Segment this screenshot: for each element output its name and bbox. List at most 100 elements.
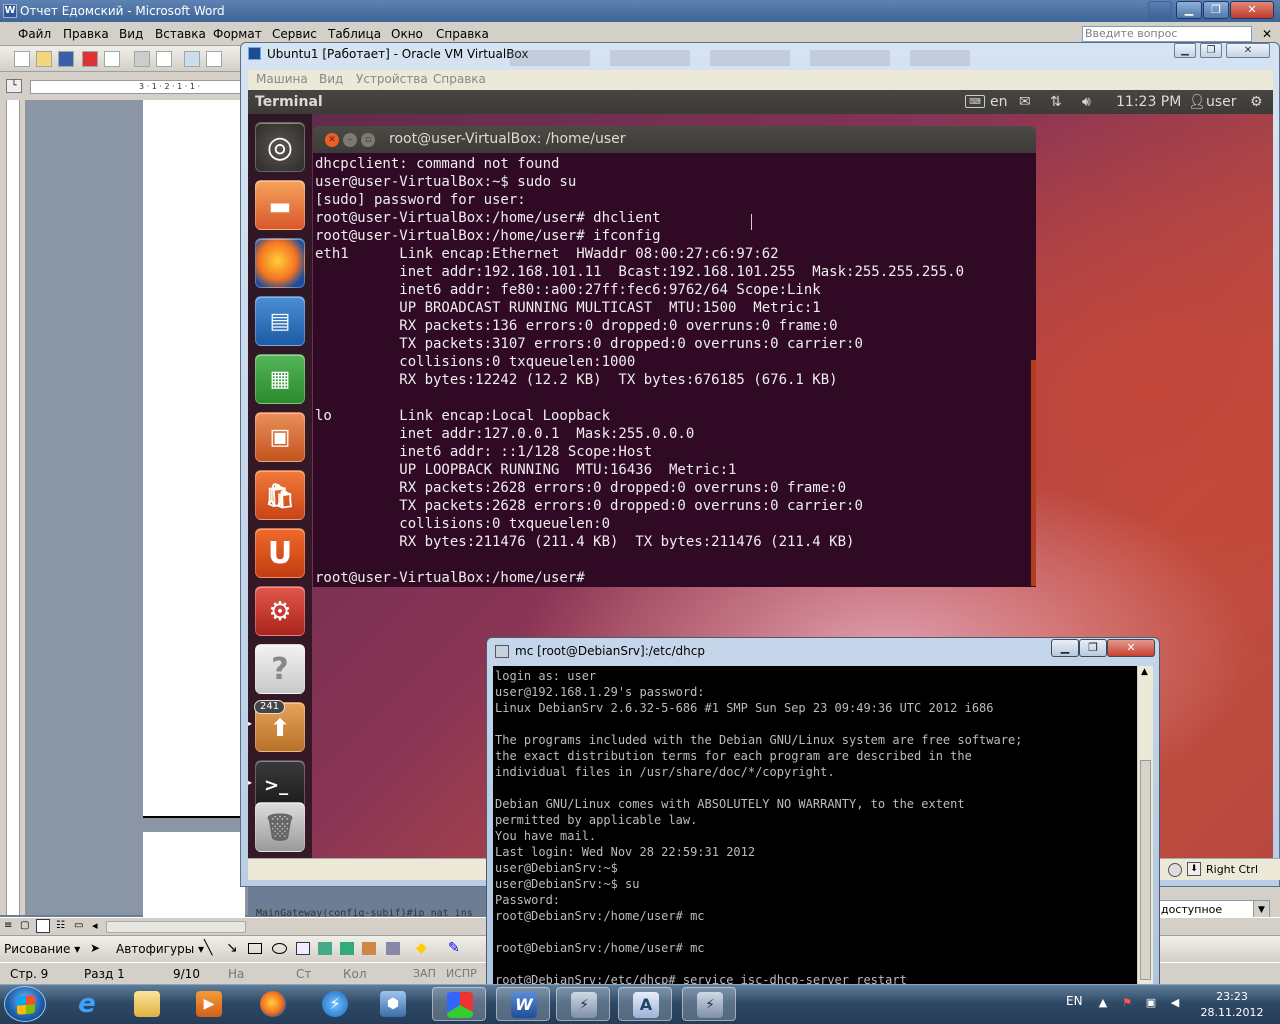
word-menu-edit[interactable]: Правка bbox=[63, 27, 109, 41]
email-icon[interactable] bbox=[104, 51, 120, 67]
taskbar-explorer[interactable] bbox=[120, 987, 174, 1021]
line-tool-icon[interactable]: ╲ bbox=[204, 940, 212, 956]
autoshapes-menu[interactable]: Автофигуры ▾ bbox=[116, 942, 204, 956]
taskbar-virtualbox[interactable]: ⬢ bbox=[366, 987, 420, 1021]
tray-expand-icon[interactable]: ▲ bbox=[1096, 996, 1110, 1010]
wordart-icon[interactable] bbox=[318, 942, 332, 955]
fill-color-icon[interactable]: ◆ bbox=[416, 940, 427, 956]
mouse-integration-icon[interactable] bbox=[1168, 863, 1182, 877]
help-icon[interactable]: ? bbox=[255, 644, 305, 694]
taskbar-firefox[interactable] bbox=[246, 987, 300, 1021]
permission-icon[interactable] bbox=[82, 51, 98, 67]
taskbar-multiapp[interactable] bbox=[432, 987, 486, 1021]
terminal-titlebar[interactable]: ✕ – ▫ root@user-VirtualBox: /home/user bbox=[313, 126, 1036, 153]
taskbar-app-bolt[interactable]: ⚡ bbox=[308, 987, 362, 1021]
print-preview-icon[interactable] bbox=[156, 51, 172, 67]
outline-view-icon[interactable]: ☷ bbox=[56, 920, 65, 931]
open-folder-icon[interactable] bbox=[36, 51, 52, 67]
spelling-icon[interactable] bbox=[184, 51, 200, 67]
trash-icon[interactable]: 🗑︎ bbox=[255, 802, 305, 852]
word-maximize-button[interactable]: ❐ bbox=[1203, 1, 1229, 19]
line-color-icon[interactable]: ✎ bbox=[448, 940, 460, 956]
panel-clock[interactable]: 11:23 PM bbox=[1116, 94, 1181, 110]
taskbar-wordpad[interactable]: A bbox=[618, 987, 672, 1021]
word-menu-window[interactable]: Окно bbox=[391, 27, 423, 41]
software-center-icon[interactable]: 🛍︎ bbox=[255, 470, 305, 520]
drawing-menu[interactable]: Рисование ▾ bbox=[4, 942, 80, 956]
network-icon[interactable]: ⇅ bbox=[1050, 94, 1062, 110]
firefox-icon[interactable] bbox=[255, 238, 305, 288]
dash-home-icon[interactable]: ◎ bbox=[255, 122, 305, 172]
virtualbox-minimize-button[interactable]: ▁ bbox=[1174, 43, 1196, 58]
word-close-button[interactable]: ✕ bbox=[1230, 1, 1274, 19]
word-menu-format[interactable]: Формат bbox=[213, 27, 262, 41]
user-icon[interactable]: 👤︎ bbox=[1188, 94, 1206, 110]
taskbar-media-player[interactable]: ▶ bbox=[182, 987, 236, 1021]
tray-clock[interactable]: 23:23 28.11.2012 bbox=[1192, 989, 1272, 1021]
diagram-icon[interactable] bbox=[340, 942, 354, 955]
word-menu-tools[interactable]: Сервис bbox=[272, 27, 317, 41]
host-key-icon[interactable]: ⬇ bbox=[1187, 862, 1201, 876]
web-view-icon[interactable]: ▢ bbox=[20, 920, 29, 931]
keyboard-layout[interactable]: en bbox=[990, 94, 1008, 110]
word-ask-question-input[interactable]: Введите вопрос bbox=[1082, 26, 1252, 42]
taskbar-putty-2[interactable]: ⚡ bbox=[682, 987, 736, 1021]
research-icon[interactable] bbox=[206, 51, 222, 67]
putty-scrollbar[interactable]: ▲ bbox=[1137, 666, 1153, 991]
session-gear-icon[interactable]: ⚙ bbox=[1250, 94, 1263, 110]
word-menu-table[interactable]: Таблица bbox=[328, 27, 381, 41]
terminal-output[interactable]: dhcpclient: command not found user@user-… bbox=[313, 153, 1036, 587]
picture-icon[interactable] bbox=[386, 942, 400, 955]
taskbar-internet-explorer[interactable]: e bbox=[60, 987, 114, 1021]
terminal-scrollbar[interactable] bbox=[1031, 360, 1036, 586]
system-settings-icon[interactable]: ⚙ bbox=[255, 586, 305, 636]
ubuntu-one-icon[interactable]: U bbox=[255, 528, 305, 578]
textbox-tool-icon[interactable] bbox=[296, 942, 310, 955]
word-menu-view[interactable]: Вид bbox=[119, 27, 143, 41]
files-folder-icon[interactable]: ▬ bbox=[255, 180, 305, 230]
scroll-up-icon[interactable]: ▲ bbox=[1141, 667, 1148, 677]
hscroll-thumb[interactable] bbox=[106, 921, 246, 933]
volume-icon[interactable]: 🔊︎ bbox=[1082, 94, 1091, 110]
mail-icon[interactable]: ✉ bbox=[1019, 94, 1031, 110]
word-menu-file[interactable]: Файл bbox=[18, 27, 51, 41]
libreoffice-impress-icon[interactable]: ▣ bbox=[255, 412, 305, 462]
word-menu-insert[interactable]: Вставка bbox=[155, 27, 206, 41]
arrow-tool-icon[interactable]: ↘ bbox=[226, 940, 238, 956]
word-vertical-ruler[interactable] bbox=[0, 100, 25, 915]
word-ask-close-icon[interactable]: ✕ bbox=[1262, 27, 1272, 41]
network-tray-icon[interactable]: ▣ bbox=[1144, 996, 1158, 1010]
libreoffice-writer-icon[interactable]: ▤ bbox=[255, 296, 305, 346]
reading-view-icon[interactable]: ▭ bbox=[74, 920, 83, 931]
tray-language[interactable]: EN bbox=[1066, 994, 1083, 1008]
action-center-icon[interactable]: ⚑ bbox=[1120, 996, 1134, 1010]
virtualbox-maximize-button[interactable]: ❐ bbox=[1200, 43, 1222, 58]
start-button[interactable] bbox=[4, 986, 46, 1022]
virtualbox-close-button[interactable]: ✕ bbox=[1226, 43, 1270, 58]
terminal-maximize-icon[interactable]: ▫ bbox=[361, 133, 375, 147]
libreoffice-calc-icon[interactable]: ▦ bbox=[255, 354, 305, 404]
new-document-icon[interactable] bbox=[14, 51, 30, 67]
word-page[interactable] bbox=[143, 832, 245, 922]
select-objects-icon[interactable]: ➤ bbox=[90, 941, 100, 955]
putty-close-button[interactable]: ✕ bbox=[1107, 639, 1155, 657]
word-horizontal-ruler[interactable]: 3 · 1 · 2 · 1 · 1 · bbox=[30, 80, 245, 94]
vbox-menu-view[interactable]: Вид bbox=[319, 72, 343, 86]
taskbar-putty-1[interactable]: ⚡ bbox=[556, 987, 610, 1021]
clipart-icon[interactable] bbox=[362, 942, 376, 955]
oval-tool-icon[interactable] bbox=[272, 943, 287, 954]
keyboard-icon[interactable]: ⌨ bbox=[965, 95, 985, 108]
save-icon[interactable] bbox=[58, 51, 74, 67]
scroll-left-icon[interactable]: ◂ bbox=[92, 919, 98, 932]
putty-scroll-thumb[interactable] bbox=[1140, 760, 1151, 980]
normal-view-icon[interactable]: ≡ bbox=[4, 920, 12, 931]
putty-maximize-button[interactable]: ❐ bbox=[1079, 639, 1107, 657]
putty-minimize-button[interactable]: ▁ bbox=[1051, 639, 1079, 657]
print-icon[interactable] bbox=[134, 51, 150, 67]
taskbar-word[interactable]: W bbox=[496, 987, 550, 1021]
terminal-minimize-icon[interactable]: – bbox=[343, 133, 357, 147]
putty-terminal-output[interactable]: login as: user user@192.168.1.29's passw… bbox=[493, 666, 1137, 991]
word-menu-help[interactable]: Справка bbox=[436, 27, 489, 41]
volume-tray-icon[interactable]: ◀ bbox=[1168, 996, 1182, 1010]
terminal-close-icon[interactable]: ✕ bbox=[325, 133, 339, 147]
